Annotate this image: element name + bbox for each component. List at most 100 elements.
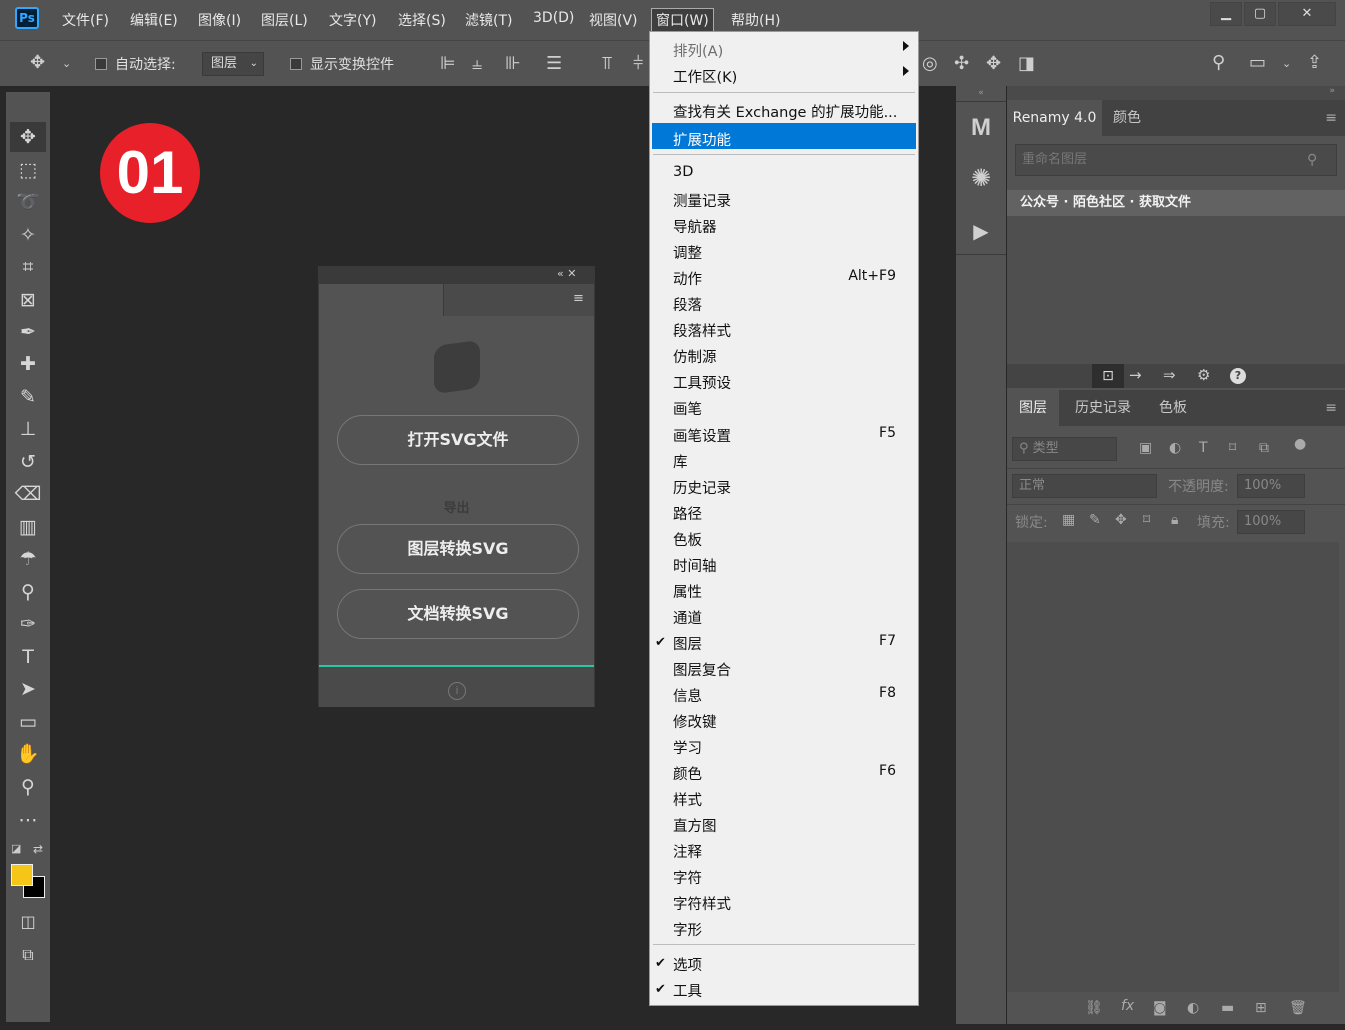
menu-item[interactable]: 直方图 [673, 815, 717, 836]
distribute-icon[interactable]: ☰ [546, 54, 562, 74]
menu-item[interactable]: 调整 [673, 242, 702, 263]
folder-icon[interactable]: ▬ [1221, 1000, 1234, 1016]
menu-item[interactable]: 修改键 [673, 711, 717, 732]
adjustment-filter-icon[interactable]: ◐ [1169, 440, 1181, 456]
lock-all-icon[interactable]: 🔒︎ [1171, 512, 1178, 528]
menu-item[interactable]: 画笔设置 [673, 425, 731, 446]
tab-renamy[interactable]: Renamy 4.0 [1007, 100, 1102, 136]
aperture-icon[interactable]: ✺ [956, 164, 1006, 192]
opacity-input[interactable]: 100% [1237, 474, 1305, 498]
more-tools-icon[interactable]: ⋯ [6, 805, 50, 835]
lock-pixels-icon[interactable]: ✎ [1089, 512, 1101, 528]
menu-item[interactable]: 字符样式 [673, 893, 731, 914]
menu-item[interactable]: 时间轴 [673, 555, 717, 576]
zoom-tool-icon[interactable]: ⚲ [6, 772, 50, 802]
share-icon[interactable]: ⇪ [1307, 53, 1322, 73]
play-icon[interactable]: ▶ [956, 219, 1006, 243]
menu-filter[interactable]: 滤镜(T) [465, 10, 512, 30]
magic-wand-tool-icon[interactable]: ✧ [6, 220, 50, 250]
layer-to-svg-button[interactable]: 图层转换SVG [337, 524, 579, 574]
move-tool-icon[interactable]: ✥ [10, 122, 46, 152]
minimize-button[interactable]: ▁ [1210, 2, 1242, 26]
help-icon[interactable]: ? [1230, 368, 1246, 384]
menu-tools[interactable]: 工具 [673, 980, 702, 1001]
expand-icon[interactable]: » [1329, 86, 1335, 96]
eyedropper-tool-icon[interactable]: ✒ [6, 317, 50, 347]
brush-tool-icon[interactable]: ✎ [6, 382, 50, 412]
align-middle-icon[interactable]: ⫩ [633, 54, 643, 74]
panel-menu-icon[interactable]: ≡ [1325, 400, 1337, 416]
tab-history[interactable]: 历史记录 [1062, 390, 1144, 426]
menu-item[interactable]: 颜色 [673, 763, 702, 784]
fill-input[interactable]: 100% [1237, 510, 1305, 534]
blur-tool-icon[interactable]: ☂ [6, 544, 50, 574]
menu-item[interactable]: 学习 [673, 737, 702, 758]
chevron-down-icon[interactable]: ⌄ [1282, 54, 1291, 74]
menu-item[interactable]: 导航器 [673, 216, 717, 237]
menu-item[interactable]: 工具预设 [673, 372, 731, 393]
trash-icon[interactable]: 🗑︎ [1289, 1000, 1307, 1016]
menu-item[interactable]: 路径 [673, 503, 702, 524]
menu-item[interactable]: 通道 [673, 607, 702, 628]
shape-filter-icon[interactable]: ⌑ [1229, 440, 1236, 456]
plugin-header-icons[interactable]: « ✕ [557, 267, 576, 280]
transform-controls-checkbox[interactable] [290, 58, 302, 70]
menu-image[interactable]: 图像(I) [198, 10, 241, 30]
double-arrow-icon[interactable]: ⇒ [1163, 366, 1176, 384]
foreground-color-swatch[interactable] [11, 864, 33, 886]
tab-swatches[interactable]: 色板 [1147, 390, 1199, 426]
hand-tool-icon[interactable]: ✋ [6, 739, 50, 769]
menu-item[interactable]: 色板 [673, 529, 702, 550]
menu-window[interactable]: 窗口(W) [651, 8, 714, 32]
stamp-tool-icon[interactable]: ⊥ [6, 414, 50, 444]
menu-arrange[interactable]: 排列(A) [673, 40, 723, 61]
menu-item[interactable]: 3D [673, 164, 693, 180]
rename-layer-input[interactable]: 重命名图层 [1015, 144, 1337, 176]
menu-item[interactable]: 样式 [673, 789, 702, 810]
workspace-icon[interactable]: ▭ [1249, 53, 1266, 73]
history-brush-icon[interactable]: ↺ [6, 447, 50, 477]
swap-colors-icon[interactable]: ⇄ [33, 842, 43, 856]
menu-item[interactable]: 字形 [673, 919, 702, 940]
new-layer-icon[interactable]: ⊞ [1255, 1000, 1267, 1016]
dodge-tool-icon[interactable]: ⚲ [6, 577, 50, 607]
pixel-filter-icon[interactable]: ▣ [1139, 440, 1152, 456]
menu-item[interactable]: 仿制源 [673, 346, 717, 367]
tab-layers[interactable]: 图层 [1007, 390, 1059, 426]
menu-item[interactable]: 动作 [673, 268, 702, 289]
path-select-tool-icon[interactable]: ➤ [6, 674, 50, 704]
smart-object-filter-icon[interactable]: ⧉ [1259, 440, 1269, 456]
healing-tool-icon[interactable]: ✚ [6, 349, 50, 379]
search-icon[interactable]: ⚲ [1307, 152, 1317, 168]
menu-item[interactable]: 段落 [673, 294, 702, 315]
plugin-tab[interactable] [319, 284, 443, 316]
lock-artboard-icon[interactable]: ⌑ [1143, 512, 1150, 528]
3d-camera-icon[interactable]: ◨ [1018, 54, 1035, 74]
pen-tool-icon[interactable]: ✑ [6, 609, 50, 639]
adjustment-layer-icon[interactable]: ◐ [1187, 1000, 1199, 1016]
menu-extensions[interactable]: 扩展功能 [673, 129, 731, 150]
menu-3d[interactable]: 3D(D) [533, 10, 574, 26]
menu-item[interactable]: 测量记录 [673, 190, 731, 211]
link-icon[interactable]: ⛓ [1085, 1000, 1103, 1016]
align-top-icon[interactable]: ⫪ [602, 54, 612, 74]
frame-tool-icon[interactable]: ⊠ [6, 285, 50, 315]
align-left-icon[interactable]: ⊫ [440, 54, 456, 74]
eraser-tool-icon[interactable]: ⌫ [6, 479, 50, 509]
lock-transparent-icon[interactable]: ▦ [1062, 512, 1075, 528]
fx-icon[interactable]: fx [1121, 998, 1134, 1014]
tab-color[interactable]: 颜色 [1102, 100, 1152, 136]
info-icon[interactable]: i [448, 682, 466, 700]
mask-icon[interactable]: ◙ [1153, 1000, 1167, 1016]
arrow-right-icon[interactable]: → [1129, 366, 1142, 384]
align-center-icon[interactable]: ⫨ [472, 54, 482, 74]
maximize-button[interactable]: ▢ [1244, 2, 1276, 26]
menu-find-extensions[interactable]: 查找有关 Exchange 的扩展功能... [673, 101, 897, 122]
search-icon[interactable]: ⚲ [1212, 53, 1225, 73]
rename-icon[interactable]: ⊡ [1092, 364, 1124, 388]
quick-mask-icon[interactable]: ◫ [6, 907, 50, 937]
menu-item[interactable]: 库 [673, 451, 688, 472]
menu-item[interactable]: 字符 [673, 867, 702, 888]
chevron-down-icon[interactable]: ⌄ [62, 54, 71, 74]
crop-tool-icon[interactable]: ⌗ [6, 252, 50, 282]
